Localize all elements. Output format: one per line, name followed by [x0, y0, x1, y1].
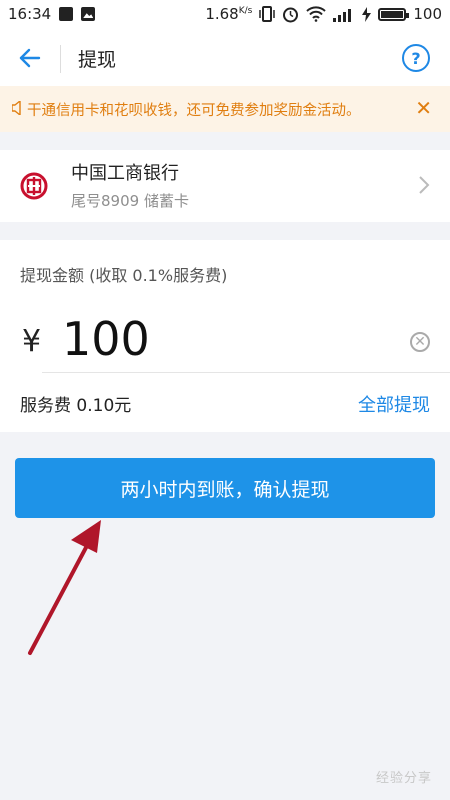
clear-icon[interactable]: ✕ — [410, 332, 430, 352]
withdraw-all-link[interactable]: 全部提现 — [358, 391, 430, 417]
speaker-icon — [12, 101, 21, 115]
currency-symbol: ¥ — [22, 324, 42, 359]
icbc-logo-icon — [20, 172, 48, 200]
bank-card-detail: 尾号8909 储蓄卡 — [71, 192, 189, 210]
status-time: 16:34 — [8, 5, 52, 23]
confirm-withdraw-button[interactable]: 两小时内到账，确认提现 — [15, 458, 435, 518]
image-icon — [81, 7, 96, 21]
wifi-icon — [306, 6, 327, 22]
nav-bar: 提现 ? — [0, 30, 450, 86]
alarm-icon — [283, 7, 299, 22]
status-bar: 16:34 1.68K/s 100 — [0, 0, 450, 30]
divider — [42, 372, 450, 373]
service-fee-text: 服务费 0.10元 — [20, 396, 132, 416]
amount-input[interactable] — [62, 310, 382, 368]
battery-level: 100 — [413, 5, 442, 23]
help-icon[interactable]: ? — [402, 44, 430, 72]
vibrate-icon — [259, 6, 276, 22]
close-icon[interactable]: ✕ — [415, 96, 432, 120]
bank-name: 中国工商银行 — [71, 163, 179, 184]
speed-unit: K/s — [238, 6, 253, 16]
chevron-right-icon — [419, 176, 430, 194]
battery-icon — [378, 7, 410, 21]
nav-divider — [60, 45, 61, 73]
notice-text: 干通信用卡和花呗收钱，还可免费参加奖励金活动。 — [27, 103, 361, 119]
signal-icon — [333, 8, 352, 22]
status-right: 1.68K/s 100 — [205, 5, 442, 23]
amount-section: 提现金额 (收取 0.1%服务费) ¥ ✕ 服务费 0.10元 全部提现 — [0, 240, 450, 432]
bank-card-selector[interactable]: 中国工商银行 尾号8909 储蓄卡 — [0, 150, 450, 222]
charging-icon — [362, 6, 372, 22]
notice-banner[interactable]: 干通信用卡和花呗收钱，还可免费参加奖励金活动。 ✕ — [0, 86, 450, 132]
status-left: 16:34 — [8, 5, 96, 23]
page-title: 提现 — [78, 49, 117, 71]
amount-label: 提现金额 (收取 0.1%服务费) — [20, 266, 228, 285]
shield-icon — [59, 7, 74, 21]
watermark: 经验分享 — [375, 771, 432, 786]
network-speed: 1.68K/s — [205, 5, 253, 23]
back-arrow-icon[interactable] — [18, 46, 42, 70]
